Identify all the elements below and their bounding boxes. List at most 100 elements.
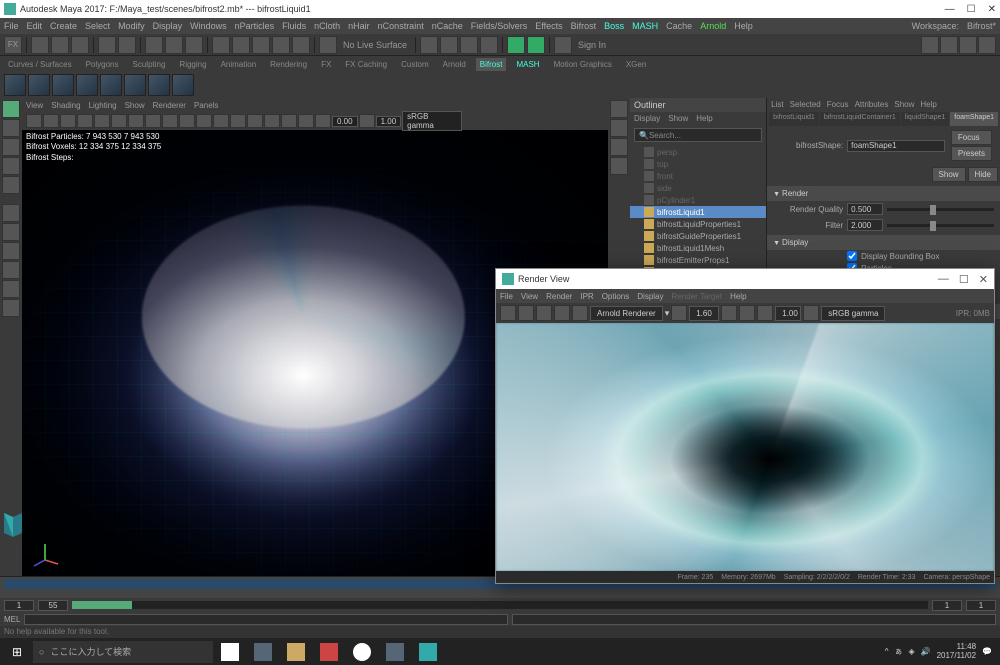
rv-exposure-field[interactable]: 1.60 bbox=[689, 306, 719, 321]
save-scene-button[interactable] bbox=[71, 36, 89, 54]
notifications-icon[interactable]: 💬 bbox=[982, 647, 992, 656]
menu-file[interactable]: File bbox=[4, 21, 19, 31]
snap-grid-button[interactable] bbox=[212, 36, 230, 54]
menu-help[interactable]: Help bbox=[734, 21, 753, 31]
tab-foamshape[interactable]: foamShape1 bbox=[950, 112, 998, 126]
vp-exposure[interactable]: 0.00 bbox=[332, 116, 358, 127]
taskbar-app-2[interactable] bbox=[280, 638, 312, 665]
snap-live-button[interactable] bbox=[292, 36, 310, 54]
outliner-item[interactable]: pCylinder1 bbox=[630, 194, 766, 206]
shelftab-rigging[interactable]: Rigging bbox=[175, 58, 210, 71]
menu-select[interactable]: Select bbox=[85, 21, 110, 31]
shelftab-motiongraphics[interactable]: Motion Graphics bbox=[550, 58, 616, 71]
presets-button[interactable]: Presets bbox=[951, 146, 992, 161]
hide-button[interactable]: Hide bbox=[968, 167, 998, 182]
vp-tool-11[interactable] bbox=[196, 114, 212, 128]
shelftab-custom[interactable]: Custom bbox=[397, 58, 433, 71]
outliner-show[interactable]: Show bbox=[668, 114, 688, 124]
menu-nhair[interactable]: nHair bbox=[348, 21, 370, 31]
rv-ipr-btn[interactable] bbox=[554, 305, 570, 321]
menu-fields[interactable]: Fields/Solvers bbox=[471, 21, 528, 31]
shelf-icon-1[interactable] bbox=[4, 74, 26, 96]
chk-bbox[interactable] bbox=[847, 251, 857, 261]
rv-scale-field[interactable]: 1.00 bbox=[775, 306, 801, 321]
rv-region-btn[interactable] bbox=[518, 305, 534, 321]
menu-boss[interactable]: Boss bbox=[604, 21, 624, 31]
move-tool[interactable] bbox=[2, 138, 20, 156]
vp-tool-7[interactable] bbox=[128, 114, 144, 128]
menu-ncloth[interactable]: nCloth bbox=[314, 21, 340, 31]
lasso-tool[interactable] bbox=[2, 119, 20, 137]
vp-gamma-val[interactable]: 1.00 bbox=[376, 116, 402, 127]
rv-keep-btn[interactable] bbox=[721, 305, 737, 321]
shelftab-arnold[interactable]: Arnold bbox=[439, 58, 470, 71]
shelftab-fxcaching[interactable]: FX Caching bbox=[341, 58, 391, 71]
vp-tool-4[interactable] bbox=[77, 114, 93, 128]
menu-nconstraint[interactable]: nConstraint bbox=[378, 21, 424, 31]
rv-view[interactable]: View bbox=[521, 292, 538, 301]
minimize-button[interactable]: — bbox=[945, 4, 955, 15]
attr-editor-button[interactable] bbox=[610, 119, 628, 137]
ae-focus[interactable]: Focus bbox=[827, 100, 849, 110]
shelftab-curves[interactable]: Curves / Surfaces bbox=[4, 58, 76, 71]
rv-close[interactable]: ✕ bbox=[979, 273, 988, 286]
render-settings-button[interactable] bbox=[480, 36, 498, 54]
shelf-icon-3[interactable] bbox=[52, 74, 74, 96]
rv-help[interactable]: Help bbox=[730, 292, 746, 301]
snap-curve-button[interactable] bbox=[232, 36, 250, 54]
menu-edit[interactable]: Edit bbox=[27, 21, 43, 31]
vp-tool-14[interactable] bbox=[247, 114, 263, 128]
rotate-tool[interactable] bbox=[2, 157, 20, 175]
tab-bifrostliquid[interactable]: bifrostLiquid1 bbox=[769, 112, 819, 126]
outliner-item[interactable]: persp bbox=[630, 146, 766, 158]
undo-button[interactable] bbox=[98, 36, 116, 54]
shelftab-rendering[interactable]: Rendering bbox=[266, 58, 311, 71]
vp-tool-9[interactable] bbox=[162, 114, 178, 128]
menu-fluids[interactable]: Fluids bbox=[282, 21, 306, 31]
playback-start[interactable]: 55 bbox=[38, 600, 68, 611]
shelftab-fx[interactable]: FX bbox=[317, 58, 335, 71]
start-button[interactable]: ⊞ bbox=[2, 638, 32, 665]
rv-render-btn[interactable] bbox=[500, 305, 516, 321]
play-button[interactable] bbox=[507, 36, 525, 54]
taskbar-search[interactable]: ○ ここに入力して検索 bbox=[33, 641, 213, 663]
shelf-icon-6[interactable] bbox=[124, 74, 146, 96]
section-display[interactable]: Display bbox=[767, 235, 1000, 250]
shelftab-bifrost[interactable]: Bifrost bbox=[476, 58, 507, 71]
vp-tool-1[interactable] bbox=[26, 114, 42, 128]
shelftab-mash[interactable]: MASH bbox=[512, 58, 543, 71]
vp-tool-18[interactable] bbox=[315, 114, 331, 128]
vp-tool-17[interactable] bbox=[298, 114, 314, 128]
layout-button-1[interactable] bbox=[921, 36, 939, 54]
vp-tool-13[interactable] bbox=[230, 114, 246, 128]
render-quality-slider[interactable] bbox=[887, 208, 994, 211]
layout-button-2[interactable] bbox=[940, 36, 958, 54]
vp-panels[interactable]: Panels bbox=[194, 101, 218, 110]
task-view-button[interactable] bbox=[214, 638, 246, 665]
pause-button[interactable] bbox=[527, 36, 545, 54]
menu-mash[interactable]: MASH bbox=[632, 21, 658, 31]
menu-cache[interactable]: Cache bbox=[666, 21, 692, 31]
layout-two-v[interactable] bbox=[2, 261, 20, 279]
vp-view[interactable]: View bbox=[26, 101, 43, 110]
new-scene-button[interactable] bbox=[31, 36, 49, 54]
shelftab-animation[interactable]: Animation bbox=[217, 58, 261, 71]
select-mode-button[interactable] bbox=[145, 36, 163, 54]
live-surface-button[interactable] bbox=[319, 36, 337, 54]
construction-history-button[interactable] bbox=[420, 36, 438, 54]
system-tray[interactable]: ^ ぁ ◈ 🔊 11:482017/11/02 💬 bbox=[879, 643, 998, 661]
vp-colorspace[interactable]: sRGB gamma bbox=[402, 111, 462, 131]
menu-nparticles[interactable]: nParticles bbox=[235, 21, 275, 31]
command-input[interactable] bbox=[24, 614, 508, 625]
outliner-item[interactable]: bifrostGuideProperties1 bbox=[630, 230, 766, 242]
vp-shading[interactable]: Shading bbox=[51, 101, 80, 110]
menu-arnold[interactable]: Arnold bbox=[700, 21, 726, 31]
outliner-search[interactable]: 🔍 Search... bbox=[634, 128, 762, 142]
signin-label[interactable]: Sign In bbox=[574, 40, 610, 50]
tray-network-icon[interactable]: ◈ bbox=[908, 647, 914, 656]
close-button[interactable]: ✕ bbox=[988, 4, 996, 15]
vp-show[interactable]: Show bbox=[125, 101, 145, 110]
menu-effects[interactable]: Effects bbox=[535, 21, 562, 31]
node-name-field[interactable]: foamShape1 bbox=[847, 140, 945, 152]
vp-tool-2[interactable] bbox=[43, 114, 59, 128]
